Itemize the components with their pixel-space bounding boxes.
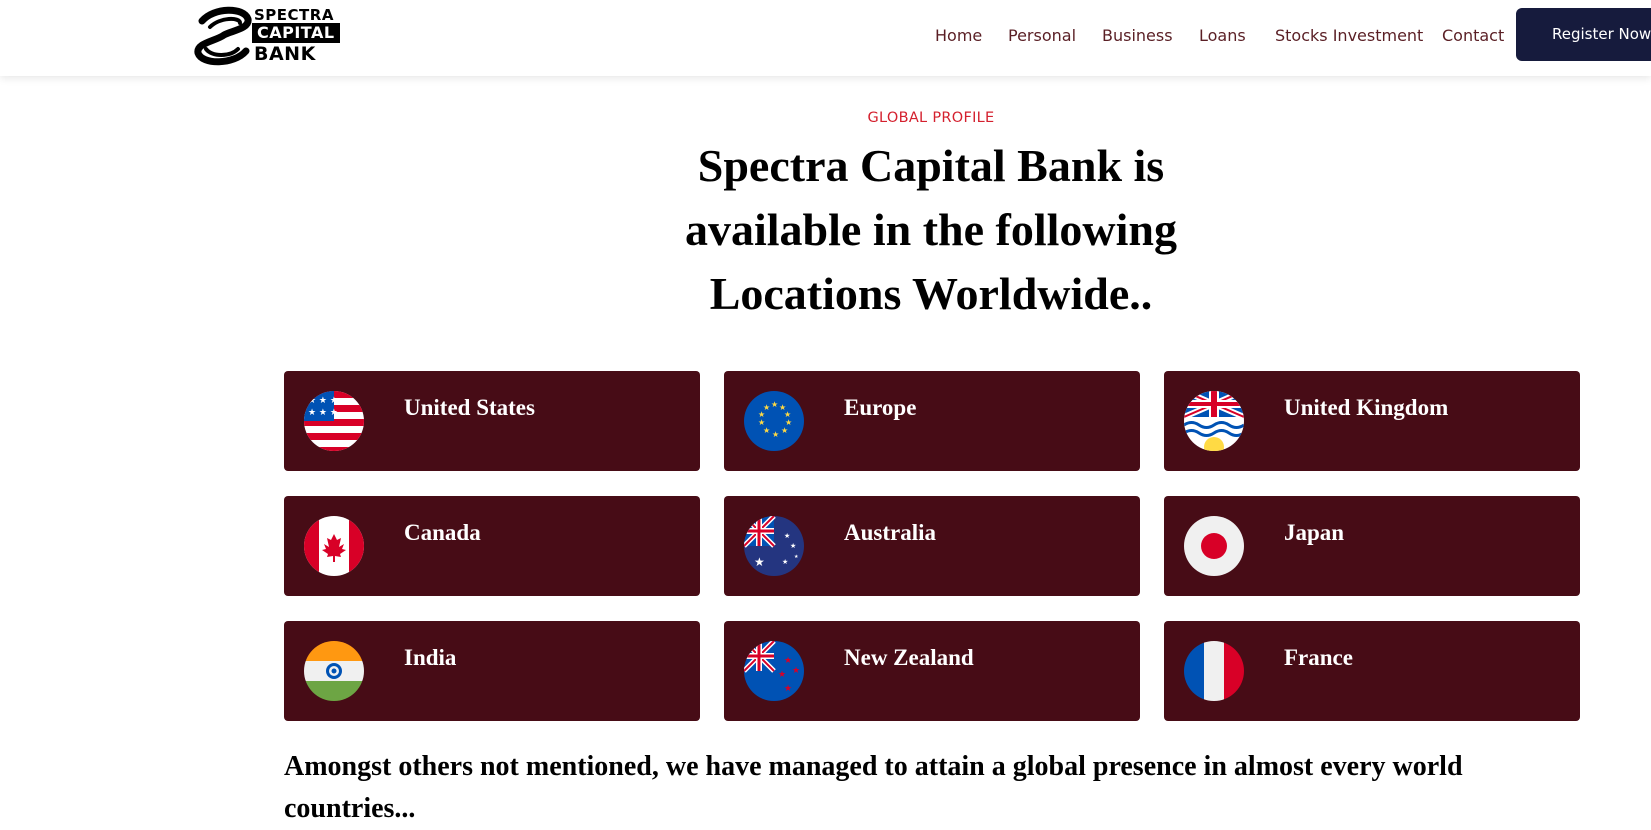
- nav-contact[interactable]: Contact: [1442, 24, 1504, 48]
- new-zealand-flag-icon: ★ ★ ★ ★: [744, 641, 804, 701]
- svg-text:★ ★ ★: ★ ★ ★: [308, 408, 338, 418]
- svg-text:★: ★: [782, 558, 788, 566]
- svg-text:★: ★: [771, 400, 778, 409]
- svg-text:★: ★: [763, 403, 770, 412]
- svg-text:★: ★: [763, 426, 770, 435]
- japan-flag-icon: [1184, 516, 1244, 576]
- location-card-australia[interactable]: ★ ★ ★ ★ ★ Australia: [724, 496, 1140, 596]
- site-header: SPECTRA CAPITAL BANK Home Personal Busin…: [0, 0, 1651, 76]
- nav-business[interactable]: Business: [1102, 24, 1173, 48]
- logo-line-3: BANK: [254, 43, 316, 65]
- register-now-button[interactable]: Register Now: [1516, 8, 1651, 61]
- canada-flag-icon: [304, 516, 364, 576]
- logo-wordmark: SPECTRA CAPITAL BANK: [252, 3, 374, 67]
- location-label: United States: [404, 395, 535, 420]
- svg-text:★: ★: [754, 555, 765, 569]
- location-card-japan[interactable]: Japan: [1164, 496, 1580, 596]
- france-flag-icon: [1184, 641, 1244, 701]
- location-label: France: [1284, 645, 1353, 670]
- svg-text:★: ★: [772, 430, 779, 439]
- nav-loans[interactable]: Loans: [1199, 24, 1246, 48]
- location-card-new-zealand[interactable]: ★ ★ ★ ★ New Zealand: [724, 621, 1140, 721]
- location-label: Japan: [1284, 520, 1345, 545]
- logo-line-2: CAPITAL: [252, 23, 340, 43]
- location-label: Australia: [844, 520, 936, 545]
- us-flag-icon: ★ ★ ★ ★ ★ ★: [304, 391, 364, 451]
- logo-line-1: SPECTRA: [254, 6, 334, 24]
- location-label: United Kingdom: [1284, 395, 1449, 420]
- svg-text:★: ★: [784, 684, 792, 694]
- location-card-india[interactable]: India: [284, 621, 700, 721]
- location-label: New Zealand: [844, 645, 974, 670]
- location-card-united-states[interactable]: ★ ★ ★ ★ ★ ★ United States: [284, 371, 700, 471]
- location-label: Europe: [844, 395, 917, 420]
- location-label: India: [404, 645, 457, 670]
- nav-personal[interactable]: Personal: [1008, 24, 1076, 48]
- spectra-capital-bank-logo[interactable]: SPECTRA CAPITAL BANK: [194, 3, 374, 67]
- page-title: Spectra Capital Bank is available in the…: [685, 140, 1177, 319]
- india-flag-icon: [304, 641, 364, 701]
- svg-text:★: ★: [784, 656, 792, 666]
- svg-text:★: ★: [790, 542, 796, 550]
- svg-text:★ ★ ★: ★ ★ ★: [308, 396, 338, 406]
- svg-text:★: ★: [781, 426, 788, 435]
- nav-home[interactable]: Home: [935, 24, 982, 48]
- location-label: Canada: [404, 520, 481, 545]
- location-card-france[interactable]: France: [1164, 621, 1580, 721]
- svg-text:★: ★: [758, 418, 765, 427]
- svg-text:★: ★: [792, 666, 800, 676]
- location-card-united-kingdom[interactable]: United Kingdom: [1164, 371, 1580, 471]
- eu-flag-icon: ★ ★ ★ ★ ★ ★ ★ ★ ★ ★: [744, 391, 804, 451]
- australia-flag-icon: ★ ★ ★ ★ ★: [744, 516, 804, 576]
- svg-text:★: ★: [778, 670, 786, 680]
- svg-text:★: ★: [784, 532, 790, 540]
- location-card-canada[interactable]: Canada: [284, 496, 700, 596]
- british-columbia-flag-icon: [1184, 391, 1244, 451]
- global-presence-text: Amongst others not mentioned, we have ma…: [284, 751, 1463, 824]
- logo-swirl-icon: [194, 6, 252, 66]
- location-card-europe[interactable]: ★ ★ ★ ★ ★ ★ ★ ★ ★ ★ Europe: [724, 371, 1140, 471]
- nav-stocks-investment[interactable]: Stocks Investment: [1275, 24, 1423, 48]
- section-eyebrow: GLOBAL PROFILE: [867, 110, 995, 126]
- svg-text:★: ★: [794, 554, 799, 560]
